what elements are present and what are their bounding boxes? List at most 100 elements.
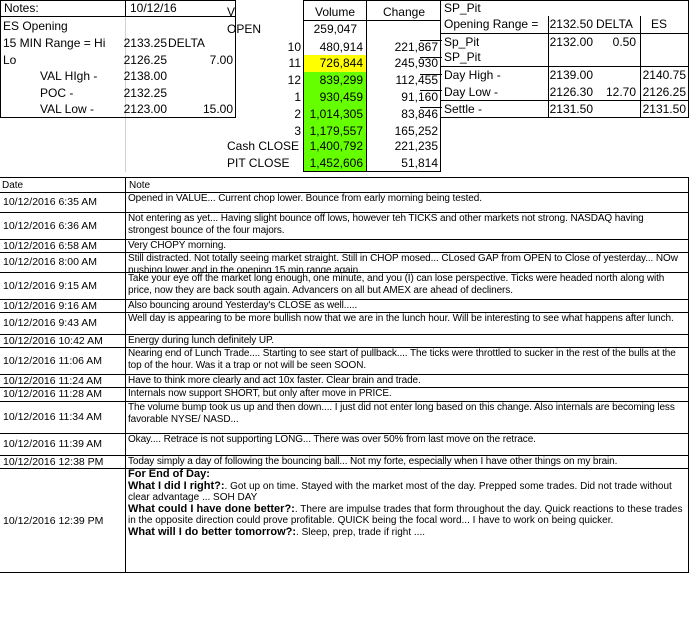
volume-row-time: 11 <box>288 56 301 71</box>
val-low-label: VAL Low - <box>40 102 95 116</box>
open-volume: 259,047 <box>313 22 357 36</box>
row-note: Also bouncing around Yesterday's CLOSE a… <box>128 300 358 311</box>
divider <box>0 16 236 17</box>
connector <box>420 90 442 91</box>
volume-row-time: 10 <box>287 39 301 54</box>
end-of-day-item: What will I do better tomorrow?:. Sleep,… <box>128 525 684 539</box>
row-date: 10/12/2016 6:36 AM <box>3 219 97 232</box>
settle: 2131.50 <box>549 102 593 116</box>
cash-close-label: Cash CLOSE <box>227 139 300 153</box>
settle-es: 2131.50 <box>642 102 686 116</box>
volume-row-volume: 839,299 <box>319 73 363 88</box>
cash-close-change: 221,235 <box>394 139 438 153</box>
es-label: ES <box>651 17 668 31</box>
row-date: 10/12/2016 12:38 PM <box>3 455 104 468</box>
volume-row-time: 2 <box>294 106 301 121</box>
sp-pit-1-value: 2132.00 <box>549 35 593 49</box>
v-label: V <box>227 5 236 19</box>
connector <box>420 57 442 58</box>
volume-row-volume: 726,844 <box>319 56 363 71</box>
volume-row-time: 1 <box>294 89 301 104</box>
volume-row-change: 91,160 <box>401 89 438 104</box>
row-note: Well day is appearing to be more bullish… <box>128 313 674 324</box>
volume-row-change: 165,252 <box>394 123 438 138</box>
open-label: OPEN <box>227 22 262 36</box>
pit-close-change: 51,814 <box>401 156 438 170</box>
date-header: Date <box>2 180 24 191</box>
range-hi: 2133.25 <box>123 36 167 50</box>
connector <box>420 40 442 41</box>
end-of-day-item: What could I have done better?:. There a… <box>128 502 684 527</box>
volume-row-time: 12 <box>287 73 301 88</box>
day-low-label: Day Low - <box>444 85 499 99</box>
volume-row-change: 83,846 <box>401 106 438 121</box>
pit-close-label: PIT CLOSE <box>227 156 290 170</box>
volume-row-change: 112,455 <box>395 73 439 88</box>
lo-label: Lo <box>3 53 17 67</box>
row-note: Okay.... Retrace is not supporting LONG.… <box>128 434 536 445</box>
volume-row-change: 245,930 <box>394 56 438 71</box>
row-date: 10/12/2016 12:39 PM <box>3 514 104 527</box>
divider <box>440 66 689 67</box>
settle-label: Settle - <box>444 102 483 116</box>
end-of-day-question: What will I do better tomorrow?: <box>128 525 297 538</box>
grid-line <box>125 177 126 573</box>
end-of-day-question: What could I have done better?: <box>128 502 295 515</box>
end-of-day-answer: . Sleep, prep, trade if right .... <box>296 526 426 538</box>
notes-label: Notes: <box>4 1 39 15</box>
volume-row-volume: 930,459 <box>319 89 363 104</box>
range-label: 15 MIN Range = Hi <box>3 36 106 50</box>
row-date: 10/12/2016 6:35 AM <box>3 196 97 208</box>
delta-label: DELTA <box>168 36 205 50</box>
sp-delta-label: DELTA <box>596 17 633 31</box>
divider <box>440 100 689 101</box>
divider <box>440 33 689 34</box>
note-header: Note <box>129 180 151 191</box>
range-lo: 2126.25 <box>123 53 167 67</box>
es-opening-label: ES Opening <box>3 19 68 33</box>
day-low-delta: 12.70 <box>605 85 636 99</box>
val-low: 2123.00 <box>123 102 167 116</box>
row-date: 10/12/2016 11:34 AM <box>3 411 103 423</box>
day-low: 2126.30 <box>549 85 593 99</box>
opening-range-label: Opening Range = <box>444 17 539 31</box>
change-header: Change <box>382 5 426 19</box>
sp-pit-1: Sp_Pit <box>444 35 480 49</box>
row-note: Not entering as yet... Having slight bou… <box>128 213 644 236</box>
cash-close-volume: 1,400,792 <box>309 139 363 153</box>
day-low-es: 2126.25 <box>642 85 686 99</box>
grid-line <box>0 572 689 573</box>
connector <box>420 107 442 108</box>
day-high: 2139.00 <box>549 68 593 82</box>
divider <box>303 20 441 21</box>
row-note: Take your eye off the market long enough… <box>128 273 665 296</box>
sp-header: SP_Pit <box>444 1 481 15</box>
val-width: 15.00 <box>202 102 233 116</box>
opening-range: 2132.50 <box>549 17 593 31</box>
row-note: Nearing end of Lunch Trade.... Starting … <box>128 348 676 371</box>
row-note: Today simply a day of following the boun… <box>128 456 618 467</box>
end-of-day-question: What I did I right?: <box>128 479 225 492</box>
row-note: Still distracted. Not totally seeing mar… <box>128 253 678 272</box>
sp-pit-2: SP_Pit <box>444 50 481 64</box>
pit-close-volume: 1,452,606 <box>309 156 363 170</box>
row-date: 10/12/2016 8:00 AM <box>3 256 97 268</box>
row-note: Energy during lunch definitely UP. <box>128 335 274 346</box>
poc: 2132.25 <box>123 86 167 100</box>
connector <box>420 74 442 75</box>
volume-header: Volume <box>314 5 356 19</box>
row-note: The volume bump took us up and then down… <box>128 402 675 425</box>
grid-line <box>0 177 689 178</box>
row-note: Have to think more clearly and act 10x f… <box>128 375 421 386</box>
volume-row-change: 221,867 <box>394 39 438 54</box>
delta-value: 7.00 <box>209 53 233 67</box>
val-high: 2138.00 <box>123 69 167 83</box>
volume-row-volume: 480,914 <box>319 39 363 54</box>
volume-row-time: 3 <box>294 123 301 138</box>
row-date: 10/12/2016 10:42 AM <box>3 334 103 347</box>
end-of-day-item: What I did I right?:. Got up on time. St… <box>128 479 684 504</box>
day-high-label: Day High - <box>444 68 501 82</box>
sp-pit-1-delta: 0.50 <box>612 35 636 49</box>
row-date: 10/12/2016 9:43 AM <box>3 317 97 329</box>
volume-row-volume: 1,179,557 <box>309 123 363 138</box>
